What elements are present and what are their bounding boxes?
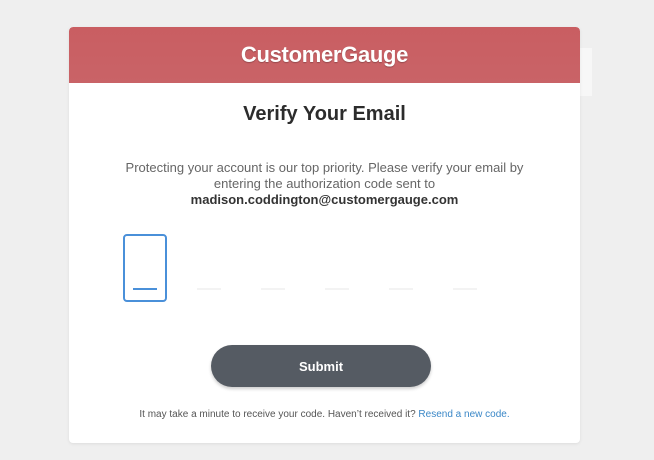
code-cursor-line	[133, 288, 157, 290]
brand-header: CustomerGauge	[69, 27, 580, 83]
background-strip	[580, 48, 592, 96]
code-input-group	[123, 234, 503, 306]
resend-footer: It may take a minute to receive your cod…	[69, 409, 580, 420]
code-cursor-line	[453, 288, 477, 290]
code-digit-input-5[interactable]	[379, 234, 423, 302]
code-digit-input-1[interactable]	[123, 234, 167, 302]
code-cursor-line	[389, 288, 413, 290]
brand-logo: CustomerGauge	[240, 42, 409, 67]
page-title: Verify Your Email	[243, 103, 406, 125]
verify-email-card: CustomerGauge Verify Your Email Protecti…	[69, 27, 580, 443]
code-cursor-line	[261, 288, 285, 290]
code-digit-input-6[interactable]	[443, 234, 487, 302]
code-digit-input-2[interactable]	[187, 234, 231, 302]
footer-text: It may take a minute to receive your cod…	[139, 409, 416, 420]
code-digit-input-4[interactable]	[315, 234, 359, 302]
resend-code-link[interactable]: Resend a new code.	[418, 409, 509, 420]
code-cursor-line	[197, 288, 221, 290]
code-cursor-line	[325, 288, 349, 290]
email-address: madison.coddington@customergauge.com	[190, 192, 459, 207]
description-text: Protecting your account is our top prior…	[125, 160, 524, 191]
code-digit-input-3[interactable]	[251, 234, 295, 302]
submit-button[interactable]: Submit	[211, 345, 431, 387]
verification-description: Protecting your account is our top prior…	[109, 160, 540, 208]
